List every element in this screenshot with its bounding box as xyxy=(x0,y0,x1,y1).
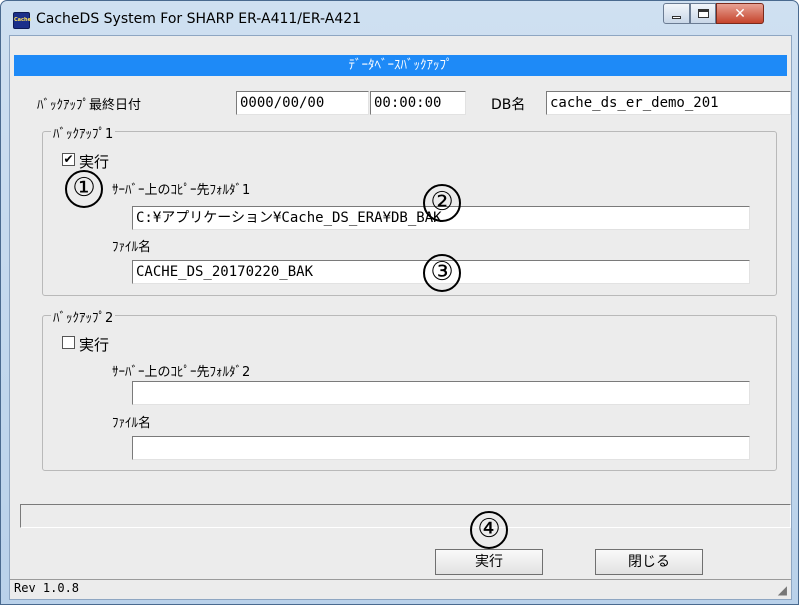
minimize-icon xyxy=(672,16,681,19)
version-label: Rev 1.0.8 xyxy=(14,581,80,595)
backup2-file-input[interactable] xyxy=(132,436,750,460)
backup2-folder-label: ｻｰﾊﾞｰ上のｺﾋﾟｰ先ﾌｫﾙﾀﾞ2 xyxy=(112,365,251,380)
last-backup-date-label: ﾊﾞｯｸｱｯﾌﾟ最終日付 xyxy=(37,98,142,113)
last-backup-time-field: 00:00:00 xyxy=(370,91,466,115)
backup1-execute-label: 実行 xyxy=(79,153,110,171)
db-name-label: DB名 xyxy=(491,97,526,113)
dialog-client-area: ﾃﾞｰﾀﾍﾞｰｽﾊﾞｯｸｱｯﾌﾟ ﾊﾞｯｸｱｯﾌﾟ最終日付 0000/00/00… xyxy=(9,35,792,600)
backup2-execute-label: 実行 xyxy=(79,336,110,354)
window-title: CacheDS System For SHARP ER-A411/ER-A421 xyxy=(36,11,362,27)
status-bar: Rev 1.0.8 ◢ xyxy=(10,579,791,598)
app-logo-icon: Cache xyxy=(13,12,31,29)
annotation-marker-4: ④ xyxy=(470,511,508,549)
backup2-legend: ﾊﾞｯｸｱｯﾌﾟ2 xyxy=(51,307,116,326)
backup2-folder-input[interactable] xyxy=(132,381,750,405)
backup2-file-label: ﾌｧｲﾙ名 xyxy=(112,416,152,431)
close-window-button[interactable]: ✕ xyxy=(716,3,764,24)
backup1-execute-checkbox[interactable]: ✔ xyxy=(62,153,75,166)
resize-grip-icon[interactable]: ◢ xyxy=(778,583,787,597)
maximize-button[interactable] xyxy=(690,3,716,24)
progress-strip xyxy=(20,504,791,528)
checkmark-icon: ✔ xyxy=(63,152,74,166)
close-icon: ✕ xyxy=(734,5,746,22)
app-window: Cache CacheDS System For SHARP ER-A411/E… xyxy=(0,0,799,605)
page-title: ﾃﾞｰﾀﾍﾞｰｽﾊﾞｯｸｱｯﾌﾟ xyxy=(14,55,787,76)
backup1-folder-label: ｻｰﾊﾞｰ上のｺﾋﾟｰ先ﾌｫﾙﾀﾞ1 xyxy=(112,183,251,198)
db-name-field: cache_ds_er_demo_201 xyxy=(546,91,791,115)
minimize-button[interactable] xyxy=(663,3,690,24)
backup1-legend: ﾊﾞｯｸｱｯﾌﾟ1 xyxy=(51,123,116,142)
title-bar[interactable]: Cache CacheDS System For SHARP ER-A411/E… xyxy=(1,1,798,35)
close-button[interactable]: 閉じる xyxy=(595,549,703,575)
annotation-marker-3: ③ xyxy=(423,254,461,292)
last-backup-date-field: 0000/00/00 xyxy=(236,91,369,115)
annotation-marker-1: ① xyxy=(65,170,103,208)
execute-button[interactable]: 実行 xyxy=(435,549,543,575)
backup1-file-label: ﾌｧｲﾙ名 xyxy=(112,240,152,255)
maximize-icon xyxy=(697,9,709,18)
annotation-marker-2: ② xyxy=(423,184,461,222)
backup2-execute-checkbox[interactable] xyxy=(62,336,75,349)
